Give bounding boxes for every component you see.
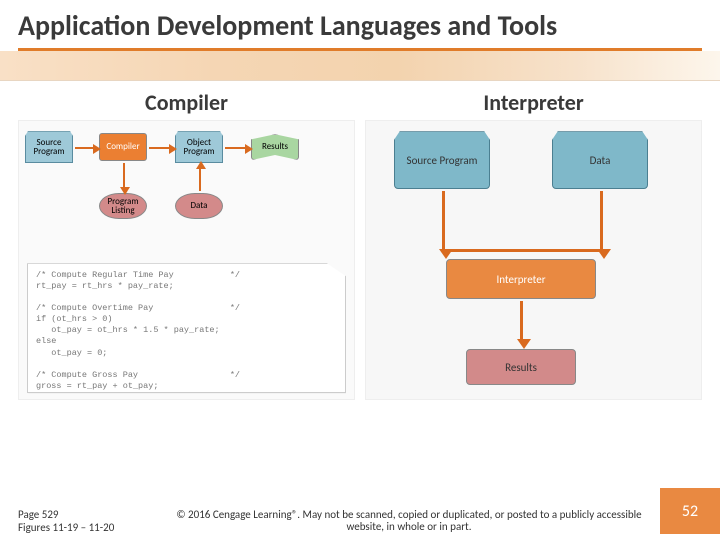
node-int-data: Data — [552, 131, 648, 189]
arrow — [520, 301, 523, 341]
node-data: Data — [175, 193, 223, 219]
page-title: Application Development Languages and To… — [18, 10, 702, 42]
interpreter-heading: Interpreter — [365, 89, 702, 116]
interpreter-column: Interpreter Source Program Data Interpre… — [365, 89, 702, 400]
node-interpreter: Interpreter — [446, 259, 596, 299]
node-source-program: Source Program — [25, 131, 73, 163]
node-results: Results — [251, 134, 299, 160]
page-number-ref: Page 529 — [18, 508, 158, 521]
arrow — [600, 191, 603, 251]
arrow — [123, 163, 125, 189]
figure-ref: Figures 11-19 – 11-20 — [18, 521, 158, 534]
copyright-text: © 2016 Cengage Learning®. May not be sca… — [158, 509, 660, 534]
node-int-source-program: Source Program — [394, 131, 490, 189]
gradient-band — [0, 51, 720, 81]
node-int-results: Results — [466, 349, 576, 385]
arrow — [149, 147, 171, 149]
node-object-program: Object Program — [175, 131, 223, 163]
page-reference: Page 529 Figures 11-19 – 11-20 — [18, 508, 158, 534]
arrow-join — [442, 249, 600, 252]
node-program-listing: Program Listing — [99, 193, 147, 219]
slide-number-badge: 52 — [660, 488, 720, 534]
node-compiler: Compiler — [99, 133, 147, 161]
code-listing: /* Compute Regular Time Pay */ rt_pay = … — [27, 263, 346, 393]
content-area: Compiler Source Program Compiler Object … — [0, 81, 720, 400]
compiler-diagram: Source Program Compiler Object Program R… — [18, 120, 355, 400]
arrow — [199, 167, 201, 191]
compiler-column: Compiler Source Program Compiler Object … — [18, 89, 355, 400]
compiler-heading: Compiler — [18, 89, 355, 116]
footer: Page 529 Figures 11-19 – 11-20 © 2016 Ce… — [0, 482, 720, 540]
arrow — [75, 147, 95, 149]
arrow — [442, 191, 445, 251]
interpreter-diagram: Source Program Data Interpreter Results — [365, 120, 702, 400]
arrow — [225, 147, 247, 149]
